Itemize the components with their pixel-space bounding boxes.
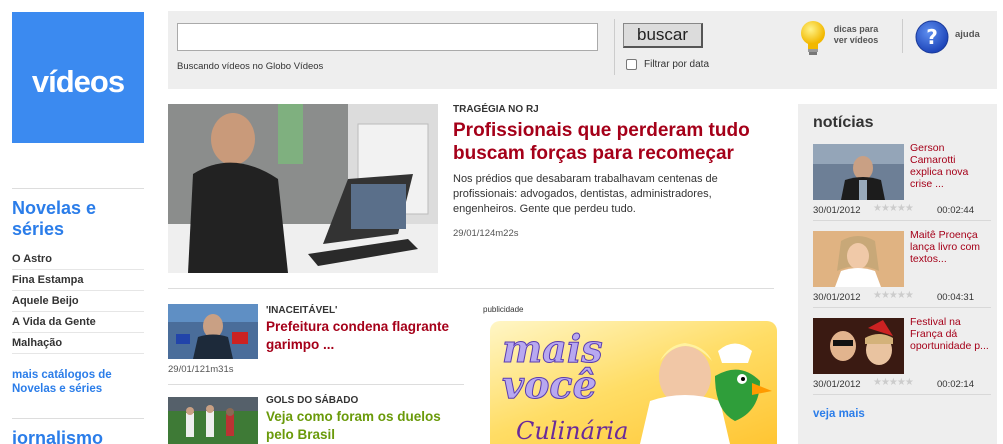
rating-stars-icon: ★★★★★ bbox=[873, 290, 914, 301]
advertisement-banner[interactable]: mais você Culinária bbox=[490, 321, 777, 444]
news-panel: notícias Gerson Camarotti explica nova c… bbox=[798, 104, 997, 444]
divider bbox=[614, 19, 615, 75]
news-thumbnail[interactable] bbox=[813, 144, 904, 200]
featured-headline[interactable]: Profissionais que perderam tudo buscam f… bbox=[453, 119, 783, 165]
svg-text:?: ? bbox=[926, 25, 938, 49]
date-filter-checkbox[interactable] bbox=[626, 59, 637, 70]
news-date: 30/01/2012 bbox=[813, 379, 861, 390]
featured-video-thumbnail[interactable] bbox=[168, 104, 438, 273]
divider bbox=[813, 220, 991, 221]
sidebar-item-aquele-beijo[interactable]: Aquele Beijo bbox=[12, 291, 144, 312]
news-item[interactable]: Maitê Proença lança livro com textos... … bbox=[813, 229, 991, 311]
sidebar-item-malhacao[interactable]: Malhação bbox=[12, 333, 144, 354]
story-headline[interactable]: Veja como foram os duelos pelo Brasil bbox=[266, 408, 466, 444]
sidebar-item-a-vida-da-gente[interactable]: A Vida da Gente bbox=[12, 312, 144, 333]
divider bbox=[813, 394, 991, 395]
featured-kicker: TRAGÉGIA NO RJ bbox=[453, 104, 539, 115]
lightbulb-icon[interactable] bbox=[799, 20, 827, 63]
divider bbox=[168, 384, 464, 385]
search-hint: Buscando vídeos no Globo Vídeos bbox=[177, 61, 324, 72]
story-thumbnail-gols[interactable] bbox=[168, 397, 258, 444]
novelas-list: O Astro Fina Estampa Aquele Beijo A Vida… bbox=[12, 249, 144, 354]
story-thumbnail-inaceitavel[interactable] bbox=[168, 304, 258, 359]
featured-description: Nos prédios que desabaram trabalhavam ce… bbox=[453, 173, 718, 215]
divider bbox=[12, 418, 144, 419]
news-duration: 00:02:44 bbox=[937, 205, 974, 216]
news-heading: notícias bbox=[813, 114, 874, 131]
search-bar: Buscando vídeos no Globo Vídeos buscar F… bbox=[168, 11, 997, 89]
news-thumbnail[interactable] bbox=[813, 318, 904, 374]
news-date: 30/01/2012 bbox=[813, 205, 861, 216]
news-item[interactable]: Gerson Camarotti explica nova crise ... … bbox=[813, 142, 991, 224]
news-title[interactable]: Maitê Proença lança livro com textos... bbox=[910, 229, 990, 265]
divider bbox=[168, 288, 774, 289]
ad-label: publicidade bbox=[483, 305, 524, 314]
section-title-jornalismo[interactable]: jornalismo bbox=[12, 428, 144, 444]
story-date-duration: 29/01/121m31s bbox=[168, 364, 234, 375]
date-filter-label[interactable]: Filtrar por data bbox=[644, 59, 709, 70]
news-duration: 00:02:14 bbox=[937, 379, 974, 390]
rating-stars-icon: ★★★★★ bbox=[873, 377, 914, 388]
rating-stars-icon: ★★★★★ bbox=[873, 203, 914, 214]
search-button[interactable]: buscar bbox=[623, 23, 703, 48]
featured-date-duration: 29/01/124m22s bbox=[453, 228, 519, 239]
search-input[interactable] bbox=[177, 23, 598, 51]
story-kicker: GOLS DO SÁBADO bbox=[266, 395, 359, 406]
help-link[interactable]: ajuda bbox=[955, 29, 980, 40]
see-more-link[interactable]: veja mais bbox=[813, 408, 865, 420]
story-kicker: 'INACEITÁVEL' bbox=[266, 305, 338, 316]
tips-link[interactable]: dicas para ver vídeos bbox=[830, 24, 882, 46]
help-icon[interactable]: ? bbox=[915, 20, 949, 59]
section-title-novelas[interactable]: Novelas e séries bbox=[12, 198, 144, 240]
story-headline[interactable]: Prefeitura condena flagrante garimpo ... bbox=[266, 318, 466, 354]
divider bbox=[902, 19, 903, 53]
news-title[interactable]: Festival na França dá oportunidade p... bbox=[910, 316, 990, 352]
news-duration: 00:04:31 bbox=[937, 292, 974, 303]
news-date: 30/01/2012 bbox=[813, 292, 861, 303]
videos-logo[interactable]: vídeos bbox=[12, 12, 144, 143]
news-item[interactable]: Festival na França dá oportunidade p... … bbox=[813, 316, 991, 398]
sidebar-item-o-astro[interactable]: O Astro bbox=[12, 249, 144, 270]
logo-text: vídeos bbox=[31, 64, 125, 99]
divider bbox=[813, 307, 991, 308]
ad-subtitle: Culinária bbox=[516, 417, 629, 444]
news-thumbnail[interactable] bbox=[813, 231, 904, 287]
ad-brand: mais você bbox=[502, 326, 604, 407]
news-title[interactable]: Gerson Camarotti explica nova crise ... bbox=[910, 142, 990, 190]
divider bbox=[12, 188, 144, 189]
sidebar-item-fina-estampa[interactable]: Fina Estampa bbox=[12, 270, 144, 291]
more-catalogs-link[interactable]: mais catálogos de Novelas e séries bbox=[12, 368, 144, 396]
